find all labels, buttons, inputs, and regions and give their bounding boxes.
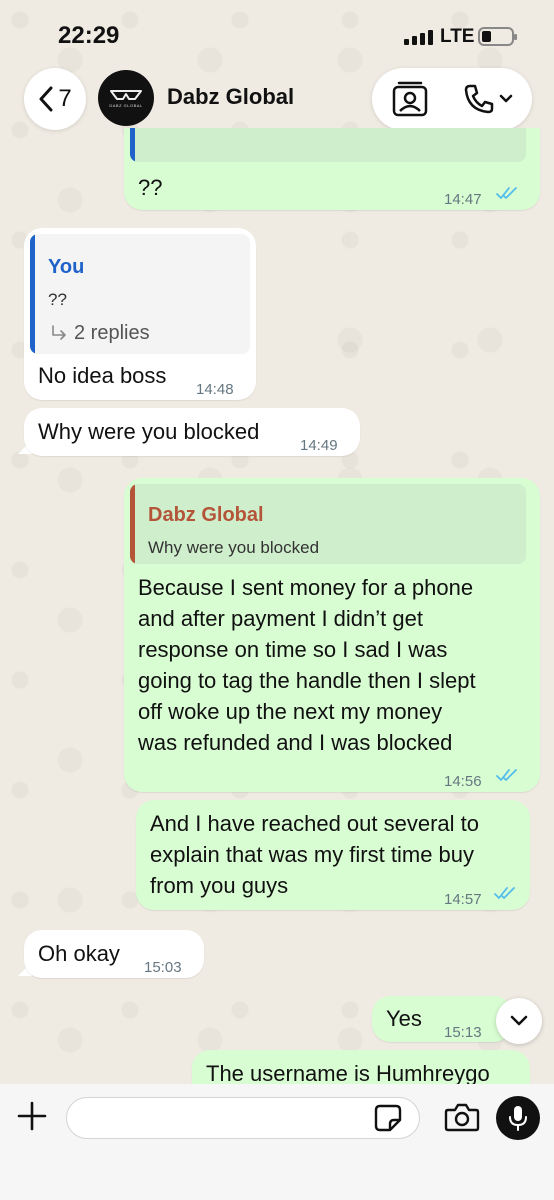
plus-icon[interactable] (16, 1100, 48, 1132)
double-check-icon (494, 887, 515, 899)
quote-author: Dabz Global (148, 504, 264, 526)
message-line: was refunded and I was blocked (138, 730, 453, 755)
scroll-to-bottom-button[interactable] (496, 998, 542, 1044)
microphone-button[interactable] (496, 1096, 540, 1140)
message-text: Yes (386, 1006, 422, 1031)
dabz-logo-icon (110, 90, 142, 100)
message-bubble-outgoing[interactable]: Yes 15:13 (372, 996, 512, 1042)
battery-icon (478, 27, 517, 46)
chevron-down-icon (499, 94, 513, 103)
double-check-icon (496, 187, 517, 199)
back-button[interactable]: 7 (24, 68, 86, 130)
message-time: 14:48 (196, 381, 234, 398)
quoted-message-cut (130, 128, 526, 162)
message-line: And I have reached out several to (150, 811, 479, 836)
contact-card-icon[interactable] (390, 81, 430, 117)
reply-arrow-icon (52, 325, 66, 340)
message-text: Why were you blocked (38, 419, 260, 444)
chevron-down-icon (510, 1015, 528, 1026)
camera-icon[interactable] (444, 1102, 480, 1132)
message-line: going to tag the handle then I slept (138, 668, 476, 693)
message-bubble-incoming[interactable]: You ?? 2 replies No idea boss 14:48 (24, 228, 256, 400)
replies-count[interactable]: 2 replies (74, 318, 150, 349)
message-text: Oh okay (38, 941, 120, 966)
quoted-message[interactable]: You ?? 2 replies (30, 234, 250, 354)
composer-bar (0, 1084, 554, 1200)
message-bubble-incoming[interactable]: Why were you blocked 14:49 (24, 408, 360, 456)
sticker-icon[interactable] (374, 1104, 402, 1132)
message-text: ?? (138, 175, 163, 200)
contact-avatar[interactable]: DABZ GLOBAL (98, 70, 154, 126)
message-input[interactable] (66, 1097, 420, 1139)
message-line: response on time so I sad I was (138, 637, 448, 662)
phone-icon (464, 84, 494, 114)
network-label: LTE (440, 26, 475, 47)
message-time: 14:56 (444, 773, 482, 790)
message-bubble-outgoing[interactable]: And I have reached out several to explai… (136, 800, 530, 910)
quote-text: Why were you blocked (148, 538, 320, 557)
clock: 22:29 (58, 22, 120, 49)
unread-count: 7 (58, 85, 72, 112)
chat-header: 7 DABZ GLOBAL Dabz Global (0, 66, 554, 134)
message-text: No idea boss (38, 363, 167, 388)
message-bubble-outgoing[interactable]: ?? 14:47 (124, 128, 540, 210)
header-actions (372, 68, 532, 130)
message-time: 14:57 (444, 891, 482, 908)
message-time: 15:03 (144, 959, 182, 976)
status-bar: 22:29 LTE (0, 0, 554, 70)
avatar-logo-text: DABZ GLOBAL (109, 103, 143, 108)
quote-text: ?? (48, 290, 67, 309)
message-line: explain that was my first time buy (150, 842, 475, 867)
contact-name[interactable]: Dabz Global (167, 84, 294, 110)
message-line: and after payment I didn’t get (138, 606, 423, 631)
message-line: Because I sent money for a phone (138, 575, 474, 600)
back-chevron-icon (39, 86, 53, 112)
message-time: 14:47 (444, 191, 482, 208)
message-time: 15:13 (444, 1024, 482, 1041)
message-bubble-incoming[interactable]: Oh okay 15:03 (24, 930, 204, 978)
quoted-message[interactable]: Dabz Global Why were you blocked (130, 484, 526, 564)
message-bubble-outgoing[interactable]: Dabz Global Why were you blocked Because… (124, 478, 540, 792)
message-text: Because I sent money for a phone and aft… (138, 572, 534, 758)
quote-author: You (48, 256, 85, 278)
double-check-icon (496, 769, 517, 781)
message-time: 14:49 (300, 437, 338, 454)
message-line: off woke up the next my money (138, 699, 443, 724)
microphone-icon (509, 1106, 527, 1131)
call-button[interactable] (462, 82, 520, 116)
signal-icon (404, 30, 433, 45)
